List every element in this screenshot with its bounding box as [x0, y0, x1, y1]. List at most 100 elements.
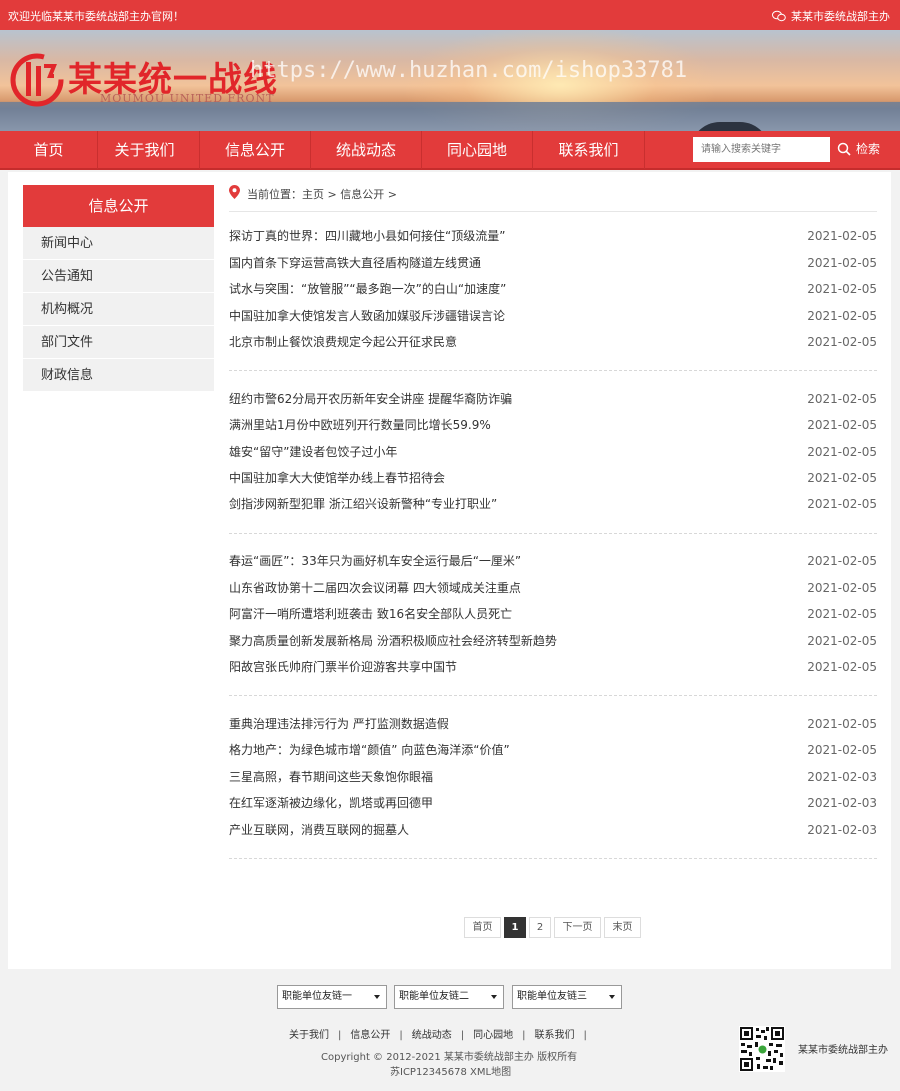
news-row[interactable]: 山东省政协第十二届四次会议闭幕 四大领域成关注重点 2021-02-05 — [229, 575, 877, 601]
watermark-text: https://www.huzhan.com/ishop33781 — [250, 58, 688, 83]
news-title[interactable]: 探访丁真的世界：四川藏地小县如何接住“顶级流量” — [229, 223, 505, 249]
news-row[interactable]: 阿富汗一哨所遭塔利班袭击 致16名安全部队人员死亡 2021-02-05 — [229, 601, 877, 627]
copyright-text: Copyright © 2012-2021 某某市委统战部主办 版权所有 — [321, 1052, 578, 1063]
news-row[interactable]: 试水与突围：“放管服”“最多跑一次”的白山“加速度” 2021-02-05 — [229, 276, 877, 302]
news-title[interactable]: 试水与突围：“放管服”“最多跑一次”的白山“加速度” — [229, 276, 506, 302]
news-title[interactable]: 山东省政协第十二届四次会议闭幕 四大领域成关注重点 — [229, 575, 521, 601]
news-row[interactable]: 纽约市警62分局开农历新年安全讲座 提醒华裔防诈骗 2021-02-05 — [229, 386, 877, 412]
news-title[interactable]: 春运“画匠”：33年只为画好机车安全运行最后“一厘米” — [229, 548, 521, 574]
news-title[interactable]: 满洲里站1月份中欧班列开行数量同比增长59.9% — [229, 412, 491, 438]
select-value: 职能单位友链一 — [282, 991, 352, 1002]
select-value: 职能单位友链二 — [399, 991, 469, 1002]
footer-link-garden[interactable]: 同心园地 — [473, 1026, 513, 1041]
news-row[interactable]: 中国驻加拿大使馆发言人致函加媒驳斥涉疆错误言论 2021-02-05 — [229, 303, 877, 329]
group-divider — [229, 370, 877, 371]
nav-about[interactable]: 关于我们 — [90, 131, 200, 169]
news-title[interactable]: 重典治理违法排污行为 严打监测数据造假 — [229, 711, 449, 737]
footer-link-contact[interactable]: 联系我们 — [535, 1026, 575, 1041]
breadcrumb: 当前位置：主页 > 信息公开 > — [229, 185, 877, 212]
link-separator: | — [583, 1030, 587, 1041]
news-date: 2021-02-05 — [807, 634, 877, 648]
footer-link-dynamics[interactable]: 统战动态 — [412, 1026, 452, 1041]
news-date: 2021-02-05 — [807, 554, 877, 568]
news-title[interactable]: 在红军逐渐被边缘化，凯塔或再回德甲 — [229, 790, 433, 816]
page-last-button[interactable]: 末页 — [604, 917, 641, 938]
sidebar-item-finance[interactable]: 财政信息 — [23, 359, 214, 392]
nav-dynamics[interactable]: 统战动态 — [311, 131, 422, 169]
icp-text[interactable]: 苏ICP12345678 XML地图 — [390, 1063, 511, 1078]
page-next-button[interactable]: 下一页 — [554, 917, 601, 938]
news-title[interactable]: 三星高照，春节期间这些天象饱你眼福 — [229, 764, 433, 790]
friend-link-select-2[interactable]: 职能单位友链二 — [394, 985, 504, 1009]
sidebar-item-organization[interactable]: 机构概况 — [23, 293, 214, 326]
news-row[interactable]: 北京市制止餐饮浪费规定今起公开征求民意 2021-02-05 — [229, 329, 877, 355]
search-button[interactable]: 检索 — [834, 137, 894, 162]
news-row[interactable]: 国内首条下穿运营高铁大直径盾构隧道左线贯通 2021-02-05 — [229, 250, 877, 276]
group-divider — [229, 695, 877, 696]
news-title[interactable]: 国内首条下穿运营高铁大直径盾构隧道左线贯通 — [229, 250, 481, 276]
top-right-label: 某某市委统战部主办 — [791, 10, 890, 23]
sidebar-item-notices[interactable]: 公告通知 — [23, 260, 214, 293]
friend-link-select-1[interactable]: 职能单位友链一 — [277, 985, 387, 1009]
news-row[interactable]: 重典治理违法排污行为 严打监测数据造假 2021-02-05 — [229, 711, 877, 737]
news-date: 2021-02-05 — [807, 471, 877, 485]
news-date: 2021-02-05 — [807, 743, 877, 757]
news-row[interactable]: 阳故宫张氏帅府门票半价迎游客共享中国节 2021-02-05 — [229, 654, 877, 680]
friend-link-select-3[interactable]: 职能单位友链三 — [512, 985, 622, 1009]
news-date: 2021-02-05 — [807, 256, 877, 270]
news-row[interactable]: 格力地产：为绿色城市增“颜值” 向蓝色海洋添“价值” 2021-02-05 — [229, 737, 877, 763]
news-title[interactable]: 剑指涉网新型犯罪 浙江绍兴设新警种“专业打职业” — [229, 491, 497, 517]
logo-subtitle: MOUMOU UNITED FRONT — [100, 92, 275, 105]
nav-garden[interactable]: 同心园地 — [422, 131, 533, 169]
nav-contact[interactable]: 联系我们 — [533, 131, 645, 169]
news-row[interactable]: 在红军逐渐被边缘化，凯塔或再回德甲 2021-02-03 — [229, 790, 877, 816]
news-title[interactable]: 阳故宫张氏帅府门票半价迎游客共享中国节 — [229, 654, 457, 680]
news-title[interactable]: 格力地产：为绿色城市增“颜值” 向蓝色海洋添“价值” — [229, 737, 510, 763]
news-title[interactable]: 雄安“留守”建设者包饺子过小年 — [229, 439, 397, 465]
news-date: 2021-02-05 — [807, 282, 877, 296]
nav-info[interactable]: 信息公开 — [200, 131, 311, 169]
news-title[interactable]: 北京市制止餐饮浪费规定今起公开征求民意 — [229, 329, 457, 355]
chevron-down-icon — [374, 995, 380, 999]
news-row[interactable]: 满洲里站1月份中欧班列开行数量同比增长59.9% 2021-02-05 — [229, 412, 877, 438]
top-bar: 欢迎光临某某市委统战部主办官网！ 某某市委统战部主办 — [0, 0, 900, 30]
footer-link-info[interactable]: 信息公开 — [350, 1026, 390, 1041]
page-1-button[interactable]: 1 — [504, 917, 526, 938]
news-title[interactable]: 聚力高质量创新发展新格局 汾酒积极顺应社会经济转型新趋势 — [229, 628, 557, 654]
news-date: 2021-02-05 — [807, 581, 877, 595]
top-right-link[interactable]: 某某市委统战部主办 — [772, 8, 890, 24]
breadcrumb-text[interactable]: 当前位置：主页 > 信息公开 > — [247, 186, 397, 202]
link-separator: | — [399, 1030, 403, 1041]
news-row[interactable]: 中国驻加拿大大使馆举办线上春节招待会 2021-02-05 — [229, 465, 877, 491]
nav-home[interactable]: 首页 — [0, 131, 98, 169]
news-date: 2021-02-05 — [807, 392, 877, 406]
search-input[interactable] — [693, 137, 830, 162]
news-row[interactable]: 探访丁真的世界：四川藏地小县如何接住“顶级流量” 2021-02-05 — [229, 223, 877, 249]
group-divider — [229, 533, 877, 534]
news-row[interactable]: 春运“画匠”：33年只为画好机车安全运行最后“一厘米” 2021-02-05 — [229, 548, 877, 574]
news-date: 2021-02-05 — [807, 309, 877, 323]
banner-sea — [0, 102, 900, 131]
chevron-down-icon — [491, 995, 497, 999]
news-title[interactable]: 阿富汗一哨所遭塔利班袭击 致16名安全部队人员死亡 — [229, 601, 512, 627]
news-date: 2021-02-05 — [807, 717, 877, 731]
news-date: 2021-02-05 — [807, 229, 877, 243]
news-title[interactable]: 纽约市警62分局开农历新年安全讲座 提醒华裔防诈骗 — [229, 386, 512, 412]
page-first-button[interactable]: 首页 — [464, 917, 501, 938]
footer-link-about[interactable]: 关于我们 — [289, 1026, 329, 1041]
news-row[interactable]: 雄安“留守”建设者包饺子过小年 2021-02-05 — [229, 439, 877, 465]
select-value: 职能单位友链三 — [517, 991, 587, 1002]
news-row[interactable]: 剑指涉网新型犯罪 浙江绍兴设新警种“专业打职业” 2021-02-05 — [229, 491, 877, 517]
sidebar-item-news[interactable]: 新闻中心 — [23, 227, 214, 260]
qr-code-icon — [739, 1026, 785, 1072]
sidebar-item-documents[interactable]: 部门文件 — [23, 326, 214, 359]
news-title[interactable]: 产业互联网，消费互联网的掘墓人 — [229, 817, 409, 843]
news-row[interactable]: 三星高照，春节期间这些天象饱你眼福 2021-02-03 — [229, 764, 877, 790]
news-title[interactable]: 中国驻加拿大使馆发言人致函加媒驳斥涉疆错误言论 — [229, 303, 505, 329]
page-2-button[interactable]: 2 — [529, 917, 551, 938]
news-row[interactable]: 聚力高质量创新发展新格局 汾酒积极顺应社会经济转型新趋势 2021-02-05 — [229, 628, 877, 654]
news-row[interactable]: 产业互联网，消费互联网的掘墓人 2021-02-03 — [229, 817, 877, 843]
logo-mark-icon[interactable] — [10, 52, 64, 108]
news-title[interactable]: 中国驻加拿大大使馆举办线上春节招待会 — [229, 465, 445, 491]
qr-label: 某某市委统战部主办 — [798, 1045, 888, 1056]
